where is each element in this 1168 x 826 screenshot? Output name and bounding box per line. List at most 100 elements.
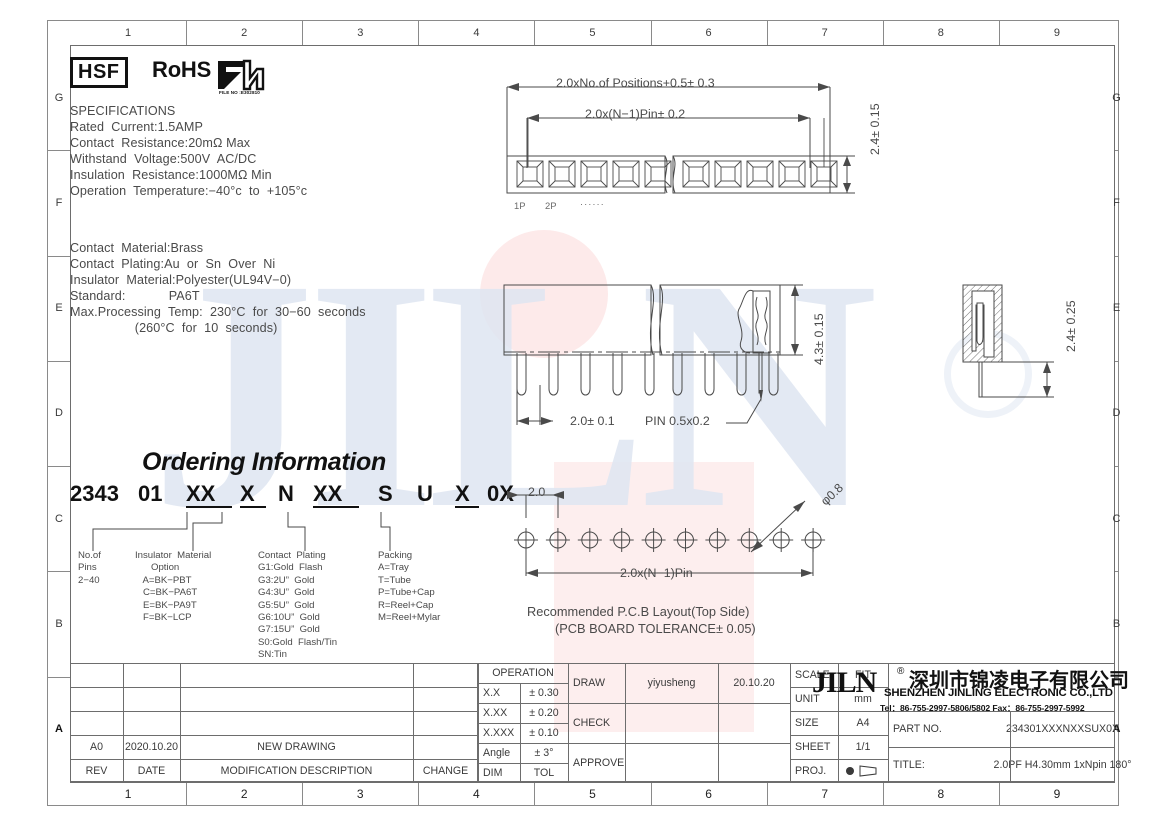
revision-cell-description: NEW DRAWING [257, 741, 336, 753]
zone-col-3: 3 [357, 27, 364, 39]
approval-role-1: CHECK [573, 717, 611, 729]
zone-divider [882, 21, 884, 45]
zone-divider [48, 255, 70, 257]
approval-v1 [625, 663, 626, 783]
zone-divider [766, 21, 768, 45]
zone-divider [186, 21, 188, 45]
hsf-logo: HSF [70, 57, 128, 88]
drawing-sheet: JILN 1 2 3 4 5 6 7 8 9 1 2 3 4 5 6 7 8 9 G F E D C B A G F E D C B A… [0, 0, 1168, 826]
pin-label-ellipsis: ······ [580, 198, 605, 209]
zone-col-1: 1 [124, 786, 132, 801]
zone-row-B: B [55, 618, 63, 631]
zone-divider [1115, 360, 1118, 362]
zone-divider [1115, 150, 1118, 152]
spec-heading: SPECIFICATIONS [70, 104, 176, 118]
revision-cell-change [413, 711, 478, 735]
revision-header-3: CHANGE [422, 765, 469, 777]
ordering-group-1: Insulator Material Option A=BK−PBT C=BK−… [135, 550, 212, 624]
approval-role-2: APPROVE [573, 757, 625, 769]
zone-divider [882, 782, 884, 805]
revision-header-1: DATE [137, 765, 166, 777]
approval-name-2 [625, 743, 718, 783]
property-key-4: PROJ. [795, 765, 827, 777]
revision-header-2: MODIFICATION DESCRIPTION [220, 765, 373, 777]
tolerance-value-4: TOL [533, 767, 555, 779]
title-value: 2.0PF H4.30mm 1xNpin 180° [993, 759, 1132, 771]
dim-overall-width: 2.0xNo.of Positions+0.5± 0.3 [556, 76, 715, 90]
ordering-code-part-5: XX [313, 481, 343, 506]
zone-row-F: F [55, 196, 63, 209]
tolerance-dim-4: DIM [483, 767, 503, 779]
dim-pin-pitch: 2.0± 0.1 [570, 414, 615, 428]
zone-divider [1115, 466, 1118, 468]
registered-mark: ® [897, 666, 905, 677]
zone-divider [48, 360, 70, 362]
rohs-logo: RoHS [152, 57, 212, 82]
revision-cell-date [123, 687, 180, 711]
zone-col-5: 5 [589, 786, 596, 801]
revision-cell-rev: A0 [90, 741, 103, 753]
part-mid-divider [1010, 711, 1011, 783]
zone-divider [48, 571, 70, 573]
zone-divider [766, 782, 768, 805]
property-value-2: A4 [856, 717, 870, 729]
approval-date-0: 20.10.20 [733, 677, 775, 689]
property-value-4 [838, 759, 888, 783]
zone-row-A: A [55, 723, 63, 736]
dim-pcb-pitch: 2.0 [528, 485, 546, 499]
ul-mark-icon [218, 59, 265, 91]
spec-lines: Rated Current:1.5AMP Contact Resistance:… [70, 120, 308, 199]
approval-date-1 [718, 703, 790, 743]
tol-row-divider [478, 723, 568, 724]
property-key-3: SHEET [795, 741, 831, 753]
revision-cell-date [123, 711, 180, 735]
revision-cell-description [180, 687, 413, 711]
zone-row-C: C [1112, 512, 1121, 525]
dim-pitch-span: 2.0x(N−1)Pin± 0.2 [585, 107, 686, 121]
tolerance-dim-3: Angle [483, 747, 511, 759]
part-no-label: PART NO. [893, 723, 942, 735]
zone-divider [650, 21, 652, 45]
pin-label-1p: 1P [514, 200, 526, 211]
zone-col-1: 1 [124, 27, 132, 39]
ordering-code-part-7: U [417, 481, 433, 506]
zone-divider [998, 782, 1000, 805]
zone-col-2: 2 [240, 786, 248, 801]
tol-row-divider [478, 703, 568, 704]
ordering-code-part-0: 2343 [70, 481, 119, 506]
revision-cell-change [413, 735, 478, 759]
tolerance-value-1: ± 0.20 [529, 707, 559, 719]
zone-col-4: 4 [473, 786, 480, 801]
dim-end-width: 2.4± 0.25 [1064, 300, 1078, 352]
approval-row-divider [568, 743, 790, 744]
ordering-code-part-8: X [455, 481, 470, 506]
ordering-group-2: Contact Plating G1:Gold Flash G3:2U” Gol… [258, 550, 338, 661]
revision-cell-rev [70, 711, 123, 735]
zone-row-E: E [1112, 302, 1121, 315]
zone-col-9: 9 [1053, 27, 1060, 39]
tolerance-dim-1: X.XX [483, 707, 508, 719]
ordering-code-part-1: 01 [138, 481, 163, 506]
zone-col-7: 7 [821, 786, 829, 801]
ordering-group-3: Packing A=Tray T=Tube P=Tube+Cap R=Reel+… [378, 550, 441, 624]
zone-row-G: G [1112, 91, 1121, 104]
revision-cell-description [180, 711, 413, 735]
zone-col-8: 8 [937, 27, 944, 39]
projection-symbol-icon [846, 765, 877, 777]
zone-row-C: C [55, 512, 63, 525]
zone-row-D: D [1112, 407, 1121, 420]
tolerance-value-3: ± 3° [534, 747, 554, 759]
pcb-caption-2: (PCB BOARD TOLERANCE± 0.05) [555, 621, 756, 636]
dim-top-height: 2.4± 0.15 [868, 103, 882, 155]
property-row-divider [790, 711, 888, 712]
property-key-2: SIZE [795, 717, 819, 729]
revision-cell-date [123, 663, 180, 687]
tol-row-divider [478, 743, 568, 744]
zone-divider [418, 21, 420, 45]
property-value-3: 1/1 [855, 741, 871, 753]
revision-cell-change [413, 687, 478, 711]
zone-divider [48, 466, 70, 468]
company-contact: Tel：86-755-2997-5806/5802 Fax：86-755-299… [880, 703, 1085, 713]
approval-date-2 [718, 743, 790, 783]
ordering-group-0: No.of Pins 2−40 [78, 550, 101, 586]
